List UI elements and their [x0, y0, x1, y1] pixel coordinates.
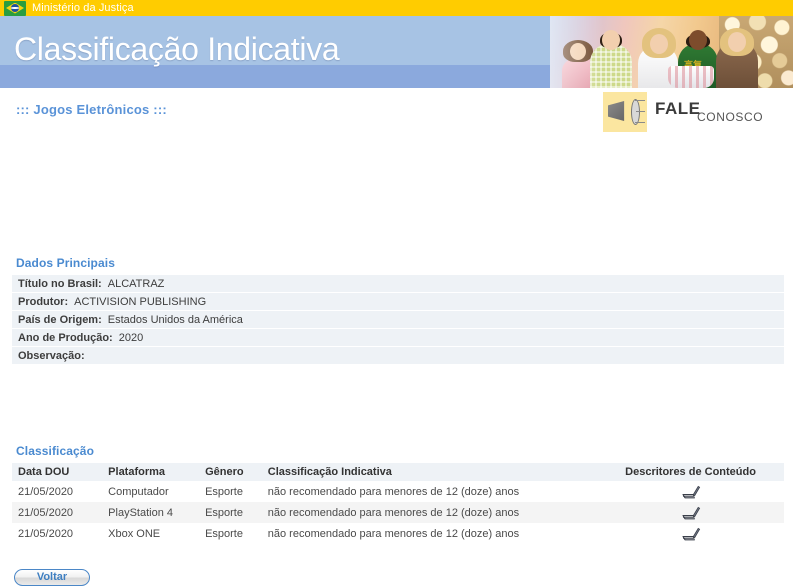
table-row: Observação:	[12, 346, 784, 365]
fale-conosco-primary: FALE	[655, 99, 701, 118]
table-row: 21/05/2020 Computador Esporte não recome…	[12, 481, 784, 502]
column-header-classificacao: Classificação Indicativa	[261, 463, 596, 481]
cell-plataforma: Xbox ONE	[102, 523, 200, 544]
cell-descritores[interactable]	[595, 481, 784, 502]
page-title: Classificação Indicativa	[14, 31, 340, 67]
cell-plataforma: Computador	[102, 481, 200, 502]
field-label: Ano de Produção:	[18, 331, 113, 344]
cell-genero: Esporte	[199, 481, 262, 502]
table-row: País de Origem: Estados Unidos da América	[12, 310, 784, 329]
table-row: Título no Brasil: ALCATRAZ	[12, 275, 784, 293]
cell-data-dou: 21/05/2020	[12, 481, 103, 502]
government-bar-title: Ministério da Justiça	[32, 2, 134, 14]
table-row: 21/05/2020 Xbox ONE Esporte não recomend…	[12, 523, 784, 544]
brazil-flag-icon	[4, 0, 26, 16]
signature-pen-icon[interactable]	[681, 526, 701, 542]
field-label: Observação:	[18, 349, 85, 362]
back-button[interactable]: Voltar	[14, 569, 90, 586]
cell-classificacao: não recomendado para menores de 12 (doze…	[261, 523, 596, 544]
column-header-descritores: Descritores de Conteúdo	[595, 463, 784, 481]
field-value: Estados Unidos da América	[107, 313, 243, 326]
column-header-genero: Gênero	[199, 463, 262, 481]
classificacao-table: Data DOU Plataforma Gênero Classificação…	[12, 463, 784, 544]
breadcrumb-link-jogos-eletronicos[interactable]: ::: Jogos Eletrônicos :::	[16, 102, 167, 117]
table-header-row: Data DOU Plataforma Gênero Classificação…	[12, 463, 784, 481]
section-title-classificacao: Classificação	[16, 444, 95, 458]
cell-genero: Esporte	[199, 502, 262, 523]
table-row: Produtor: ACTIVISION PUBLISHING	[12, 292, 784, 311]
field-label: Título no Brasil:	[18, 277, 102, 290]
cell-data-dou: 21/05/2020	[12, 502, 103, 523]
masthead: Classificação Indicativa 高复	[0, 16, 793, 88]
cell-genero: Esporte	[199, 523, 262, 544]
field-value: ACTIVISION PUBLISHING	[74, 295, 207, 308]
section-title-dados-principais: Dados Principais	[16, 256, 115, 270]
field-label: Produtor:	[18, 295, 69, 308]
cell-descritores[interactable]	[595, 502, 784, 523]
fale-conosco-banner[interactable]: FALE CONOSCO	[603, 92, 771, 132]
cell-plataforma: PlayStation 4	[102, 502, 200, 523]
cell-classificacao: não recomendado para menores de 12 (doze…	[261, 481, 596, 502]
footer-actions: Voltar	[14, 569, 90, 586]
signature-pen-icon[interactable]	[681, 484, 701, 500]
fale-conosco-secondary: CONOSCO	[697, 110, 764, 124]
cell-classificacao: não recomendado para menores de 12 (doze…	[261, 502, 596, 523]
field-label: País de Origem:	[18, 313, 102, 326]
signature-pen-icon[interactable]	[681, 505, 701, 521]
cell-data-dou: 21/05/2020	[12, 523, 103, 544]
field-value: ALCATRAZ	[107, 277, 165, 290]
field-value	[85, 350, 91, 362]
breadcrumb[interactable]: ::: Jogos Eletrônicos :::	[16, 102, 167, 117]
cell-descritores[interactable]	[595, 523, 784, 544]
dados-principais-table: Título no Brasil: ALCATRAZ Produtor: ACTIV…	[12, 275, 784, 365]
field-value: 2020	[118, 331, 144, 344]
megaphone-icon	[603, 92, 647, 132]
banner-glow	[550, 16, 793, 88]
table-row: 21/05/2020 PlayStation 4 Esporte não rec…	[12, 502, 784, 523]
column-header-plataforma: Plataforma	[102, 463, 200, 481]
government-bar: Ministério da Justiça	[0, 0, 793, 16]
column-header-data-dou: Data DOU	[12, 463, 103, 481]
banner-photo: 高复	[550, 16, 793, 88]
table-row: Ano de Produção: 2020	[12, 328, 784, 347]
